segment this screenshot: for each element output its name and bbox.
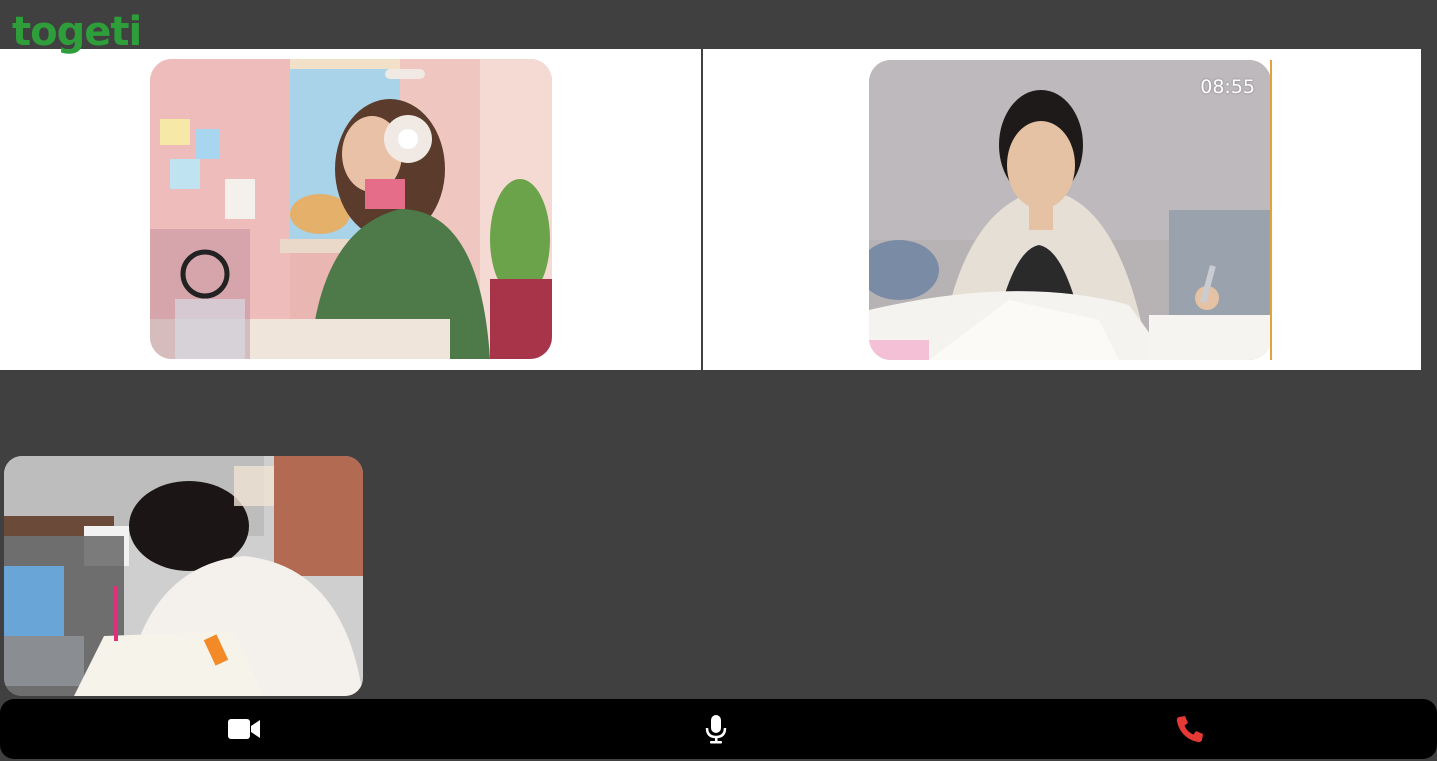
phone-hangup-icon [1176,716,1203,743]
microphone-toggle-button[interactable] [696,709,736,749]
participant-video-2: 08:55 [869,60,1271,360]
participant-tile-2: 08:55 [703,49,1421,370]
participant-video-1 [150,59,552,359]
video-camera-icon [228,719,260,739]
self-view-video [4,456,363,696]
call-timer: 08:55 [1200,76,1255,98]
video-frame-3 [4,456,363,696]
video-frame-2 [869,60,1271,360]
call-controls-bar [0,699,1437,759]
active-speaker-indicator [1270,60,1272,360]
camera-toggle-button[interactable] [224,709,264,749]
hang-up-button[interactable] [1170,709,1210,749]
microphone-icon [705,715,727,744]
app-logo: togeti [12,9,142,55]
participant-tile-1 [0,49,701,370]
video-frame-1 [150,59,552,359]
